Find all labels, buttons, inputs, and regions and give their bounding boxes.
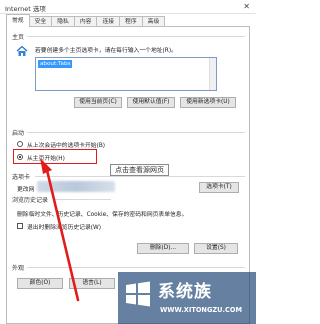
windows-logo-icon [126,281,150,307]
tab-general[interactable]: 常规 [6,14,30,27]
watermark-url: WWW.XITONGZU.COM [160,306,243,314]
watermark: 系统族 WWW.XITONGZU.COM [118,272,256,324]
watermark-brand: 系统族 [158,282,212,302]
